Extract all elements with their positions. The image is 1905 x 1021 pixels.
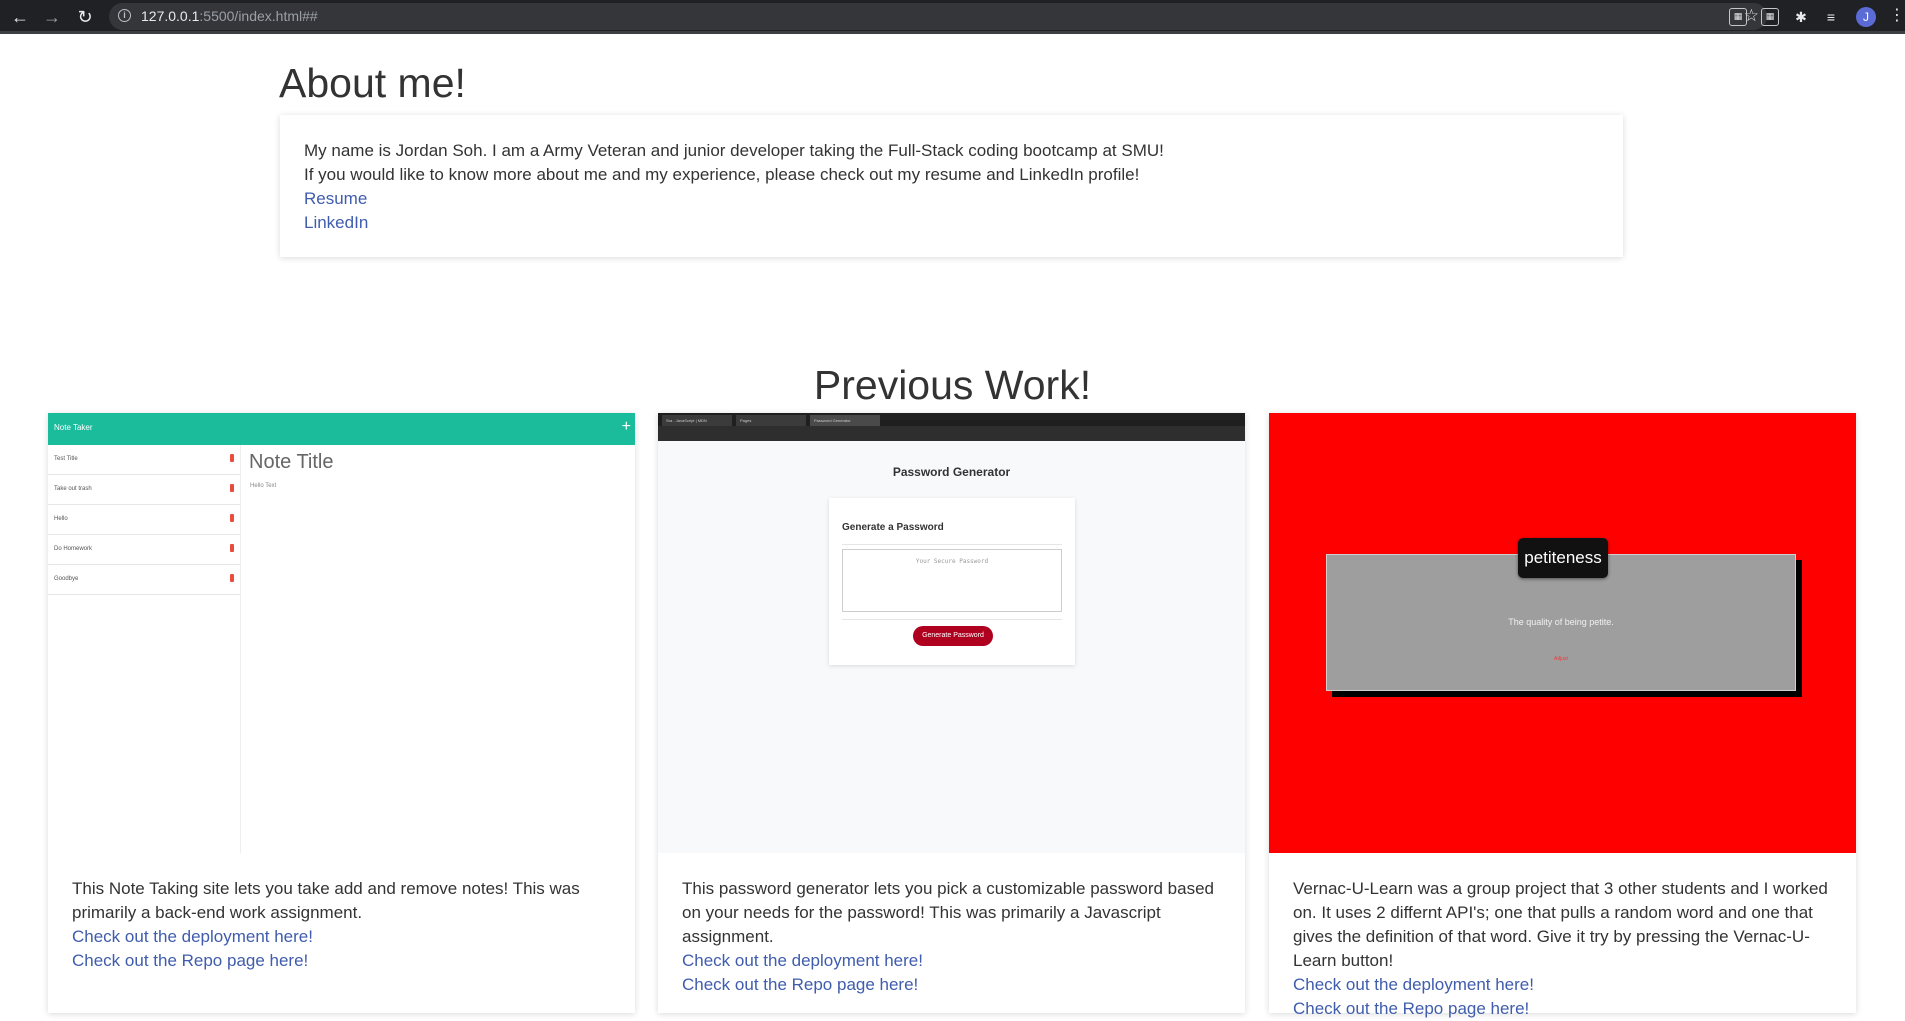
- address-url: 127.0.0.1:5500/index.html##: [141, 8, 318, 24]
- project-description: This Note Taking site lets you take add …: [72, 879, 580, 922]
- password-generator-title: Password Generator: [892, 465, 1011, 479]
- url-host: 127.0.0.1: [141, 8, 200, 24]
- password-generator-screenshot: Sra - JavaScript | MDN Pages Password Ge…: [658, 413, 1245, 853]
- plus-icon: +: [621, 418, 631, 435]
- about-more-info: If you would like to know more about me …: [304, 165, 1140, 184]
- repo-link[interactable]: Check out the Repo page here!: [1293, 997, 1832, 1021]
- deployment-link[interactable]: Check out the deployment here!: [682, 949, 1221, 973]
- password-placeholder: Your Secure Password: [915, 558, 989, 565]
- screenshot-tab: Pages: [736, 415, 806, 426]
- linkedin-link[interactable]: LinkedIn: [304, 211, 1599, 235]
- project-card-vernac-u-learn: petiteness The quality of being petite. …: [1269, 413, 1856, 1018]
- trash-icon: [230, 454, 234, 462]
- project-description: Vernac-U-Learn was a group project that …: [1293, 879, 1828, 970]
- project-card-note-taker: Note Taker + Test Title Take out trash H…: [48, 413, 635, 1013]
- password-card: Generate a Password Your Secure Password…: [829, 498, 1075, 665]
- note-item-title: Test Title: [54, 456, 78, 462]
- divider: [842, 544, 1062, 545]
- generate-password-button: Generate Password: [913, 626, 993, 646]
- note-item-title: Hello: [54, 516, 68, 522]
- repo-link[interactable]: Check out the Repo page here!: [72, 949, 611, 973]
- site-info-icon[interactable]: i: [118, 9, 131, 22]
- repo-link[interactable]: Check out the Repo page here!: [682, 973, 1221, 997]
- note-taker-screenshot: Note Taker + Test Title Take out trash H…: [48, 413, 635, 853]
- browser-toolbar: ← → ↻ i 127.0.0.1:5500/index.html## ☆ ▦ …: [0, 0, 1905, 34]
- trash-icon: [230, 484, 234, 492]
- adjust-text: Adjust: [1554, 656, 1568, 662]
- note-taker-brand: Note Taker: [54, 423, 93, 432]
- trash-icon: [230, 514, 234, 522]
- reading-list-icon[interactable]: ≡: [1822, 8, 1840, 26]
- address-bar[interactable]: i 127.0.0.1:5500/index.html## ☆: [109, 3, 1767, 30]
- project-description: This password generator lets you pick a …: [682, 879, 1214, 946]
- back-arrow-icon[interactable]: ←: [9, 6, 31, 28]
- project-card-password-generator: Sra - JavaScript | MDN Pages Password Ge…: [658, 413, 1245, 1013]
- resume-link[interactable]: Resume: [304, 187, 1599, 211]
- about-title: About me!: [279, 60, 466, 106]
- password-textarea: Your Secure Password: [842, 549, 1062, 612]
- previous-work-title: Previous Work!: [813, 362, 1092, 408]
- browser-menu-icon[interactable]: ⋮: [1889, 6, 1905, 26]
- list-item: Hello: [48, 505, 240, 535]
- divider: [842, 619, 1062, 620]
- about-card: My name is Jordan Soh. I am a Army Veter…: [280, 115, 1623, 257]
- extension-icon[interactable]: ▦: [1761, 8, 1779, 26]
- reload-icon[interactable]: ↻: [74, 6, 96, 28]
- note-title: Note Title: [249, 451, 334, 473]
- note-item-title: Do Homework: [54, 546, 93, 552]
- note-item-title: Take out trash: [54, 486, 92, 492]
- about-intro: My name is Jordan Soh. I am a Army Veter…: [304, 141, 1164, 160]
- list-item: Goodbye: [48, 565, 240, 595]
- deployment-link[interactable]: Check out the deployment here!: [72, 925, 611, 949]
- card-body: Vernac-U-Learn was a group project that …: [1293, 877, 1832, 1021]
- list-item: Take out trash: [48, 475, 240, 505]
- forward-arrow-icon[interactable]: →: [41, 6, 63, 28]
- list-item: Test Title: [48, 445, 240, 475]
- screenshot-address-bar: [658, 426, 1245, 441]
- card-body: This Note Taking site lets you take add …: [72, 877, 611, 973]
- random-word-badge: petiteness: [1518, 538, 1608, 578]
- note-text: Hello Text: [250, 483, 277, 489]
- puzzle-extensions-icon[interactable]: ✱: [1792, 8, 1810, 26]
- word-definition: The quality of being petite.: [1508, 617, 1614, 627]
- screenshot-tab: Sra - JavaScript | MDN: [662, 415, 732, 426]
- deployment-link[interactable]: Check out the deployment here!: [1293, 973, 1832, 997]
- password-card-heading: Generate a Password: [842, 522, 944, 533]
- trash-icon: [230, 574, 234, 582]
- note-taker-navbar: Note Taker +: [48, 413, 635, 445]
- screenshot-tab: Password Generator: [810, 415, 880, 426]
- screenshot-browser-tabs: Sra - JavaScript | MDN Pages Password Ge…: [658, 413, 1245, 426]
- list-item: Do Homework: [48, 535, 240, 565]
- vernac-u-learn-screenshot: petiteness The quality of being petite. …: [1269, 413, 1856, 853]
- trash-icon: [230, 544, 234, 552]
- note-item-title: Goodbye: [54, 576, 79, 582]
- note-list: Test Title Take out trash Hello Do Homew…: [48, 445, 241, 853]
- url-path: :5500/index.html##: [199, 8, 318, 24]
- extension-translate-icon[interactable]: ▦: [1729, 8, 1747, 26]
- card-body: This password generator lets you pick a …: [682, 877, 1221, 997]
- profile-avatar[interactable]: J: [1856, 7, 1876, 27]
